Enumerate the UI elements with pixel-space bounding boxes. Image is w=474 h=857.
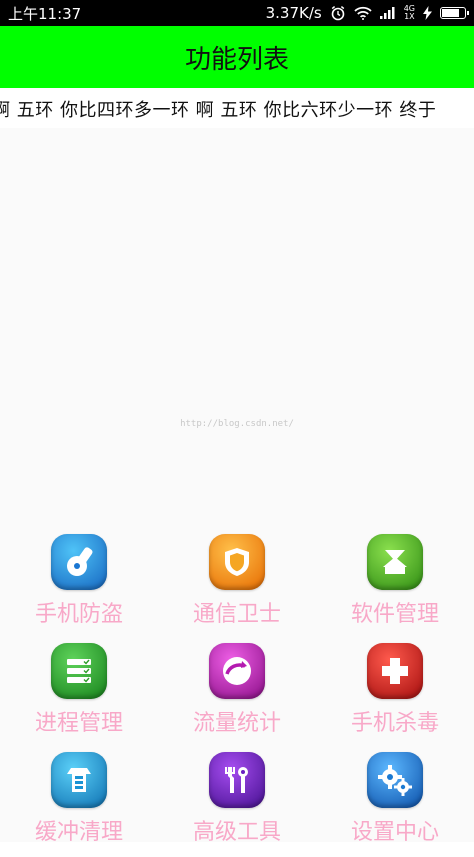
- page-title: 功能列表: [184, 44, 289, 75]
- grid-item-label: 缓冲清理: [34, 820, 123, 845]
- grid-item-settings-center[interactable]: 设置中心: [316, 748, 474, 857]
- marquee-banner: 啊 五环 你比四环多一环 啊 五环 你比六环少一环 终于: [0, 88, 474, 128]
- grid-item-label: 设置中心: [350, 820, 439, 845]
- grid-item-label: 高级工具: [192, 820, 281, 845]
- title-bar: 功能列表: [0, 26, 474, 88]
- grid-item-antivirus[interactable]: 手机杀毒: [316, 639, 474, 748]
- function-grid: 手机防盗 通信卫士 软件管理 进程管理 流量统计 手机杀毒 缓冲清理 高级工具 …: [0, 530, 474, 857]
- grid-item-cache-clean[interactable]: 缓冲清理: [0, 748, 158, 857]
- traffic-stats-icon: [209, 643, 265, 699]
- download-icon: [367, 534, 423, 590]
- process-list-icon: [51, 643, 107, 699]
- grid-item-phone-guard[interactable]: 手机防盗: [0, 530, 158, 639]
- grid-item-label: 软件管理: [350, 602, 439, 627]
- grid-item-comm-guard[interactable]: 通信卫士: [158, 530, 316, 639]
- network-type-badge: 4G 1X: [404, 5, 415, 21]
- grid-item-label: 流量统计: [192, 711, 281, 736]
- grid-item-advanced-tools[interactable]: 高级工具: [158, 748, 316, 857]
- shield-icon: [209, 534, 265, 590]
- signal-icon: [379, 7, 396, 19]
- grid-item-software-manager[interactable]: 软件管理: [316, 530, 474, 639]
- wifi-icon: [354, 6, 372, 20]
- grid-item-label: 通信卫士: [192, 602, 281, 627]
- watermark: http://blog.csdn.net/: [180, 419, 294, 429]
- grid-item-traffic-stats[interactable]: 流量统计: [158, 639, 316, 748]
- cache-clean-icon: [51, 752, 107, 808]
- charging-icon: [423, 6, 432, 20]
- tools-icon: [209, 752, 265, 808]
- grid-item-process-manager[interactable]: 进程管理: [0, 639, 158, 748]
- antivirus-cross-icon: [367, 643, 423, 699]
- gear-icon: [367, 752, 423, 808]
- network-speed: 3.37K/s: [265, 4, 322, 22]
- battery-icon: [440, 7, 469, 19]
- grid-item-label: 进程管理: [34, 711, 123, 736]
- grid-item-label: 手机杀毒: [350, 711, 439, 736]
- phone-guard-icon: [51, 534, 107, 590]
- marquee-text: 啊 五环 你比四环多一环 啊 五环 你比六环少一环 终于: [0, 100, 437, 121]
- network-type-bottom: 1X: [404, 12, 415, 21]
- status-bar: 上午11:37 3.37K/s 4G 1X: [0, 0, 474, 26]
- status-time: 上午11:37: [8, 4, 82, 23]
- alarm-icon: [330, 5, 346, 21]
- grid-item-label: 手机防盗: [34, 602, 123, 627]
